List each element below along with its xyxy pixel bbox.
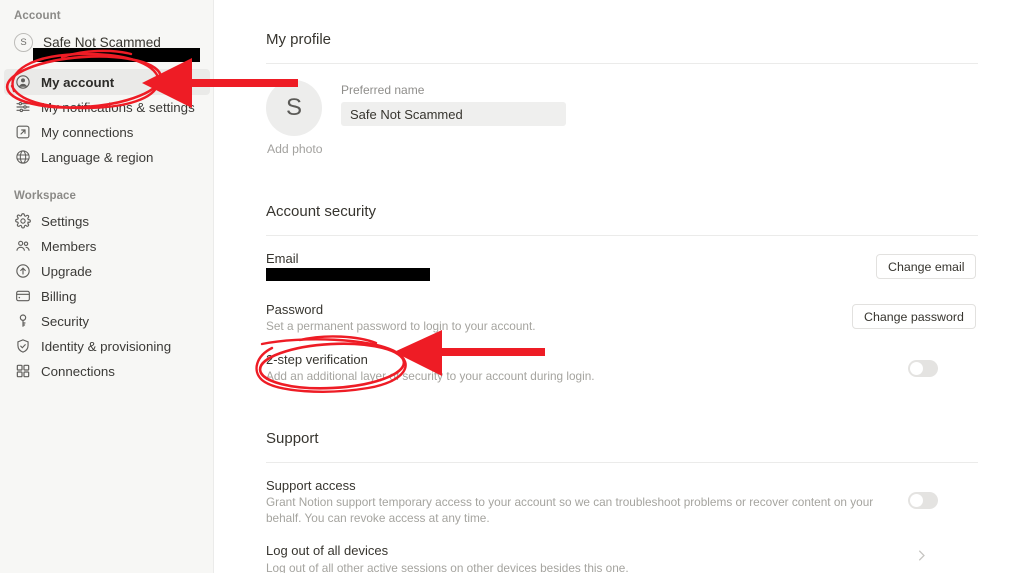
log-out-all-devices-label: Log out of all devices [266,543,389,558]
support-divider [266,462,978,463]
sidebar-item-upgrade[interactable]: Upgrade [4,258,210,284]
shield-check-icon [14,338,31,355]
two-step-verification-description: Add an additional layer of security to y… [266,369,595,383]
user-circle-icon [14,74,31,91]
sidebar-item-label: My connections [41,124,134,140]
sidebar-section-workspace-label: Workspace [14,190,77,202]
main-content: My profile S Add photo Preferred name Ac… [214,0,1024,573]
sidebar-item-label: Settings [41,213,90,229]
change-password-button[interactable]: Change password [852,304,976,329]
two-step-verification-toggle[interactable] [908,360,938,377]
chevron-right-icon[interactable] [914,548,929,568]
support-title: Support [266,430,319,447]
sidebar-item-label: My account [41,74,115,90]
sidebar-item-language-and-region[interactable]: Language & region [4,144,210,170]
email-value-redacted [266,268,430,281]
sidebar-item-my-account[interactable]: My account [4,69,210,95]
key-icon [14,313,31,330]
sidebar: Account S Safe Not Scammed My account My… [0,0,214,573]
people-icon [14,238,31,255]
security-divider [266,235,978,236]
sliders-icon [14,99,31,116]
sidebar-item-label: Security [41,313,90,329]
preferred-name-input[interactable] [341,102,566,126]
toggle-knob [910,494,923,507]
globe-icon [14,149,31,166]
password-description: Set a permanent password to login to you… [266,319,536,333]
gear-icon [14,213,31,230]
sidebar-section-account-label: Account [14,10,61,22]
sidebar-item-label: Language & region [41,149,154,165]
credit-card-icon [14,288,31,305]
sidebar-item-label: My notifications & settings [41,99,195,115]
grid-icon [14,363,31,380]
page-title: My profile [266,31,332,48]
sidebar-item-label: Upgrade [41,263,93,279]
settings-window: Account S Safe Not Scammed My account My… [0,0,1024,573]
sidebar-item-label: Members [41,238,97,254]
sidebar-email-redaction [33,48,200,62]
sidebar-item-my-notifications-and-settings[interactable]: My notifications & settings [4,94,210,120]
sidebar-item-my-connections[interactable]: My connections [4,119,210,145]
change-email-button[interactable]: Change email [876,254,977,279]
add-photo-button[interactable]: Add photo [267,142,323,156]
preferred-name-label: Preferred name [341,83,425,97]
sidebar-item-members[interactable]: Members [4,233,210,259]
sidebar-item-label: Identity & provisioning [41,338,172,354]
toggle-knob [910,362,923,375]
sidebar-item-label: Billing [41,288,77,304]
sidebar-item-identity-and-provisioning[interactable]: Identity & provisioning [4,333,210,359]
account-security-title: Account security [266,203,377,220]
avatar-small: S [14,32,33,52]
sidebar-item-billing[interactable]: Billing [4,283,210,309]
sidebar-item-security[interactable]: Security [4,308,210,334]
arrow-up-circle-icon [14,263,31,280]
support-access-toggle[interactable] [908,492,938,509]
support-access-description: Grant Notion support temporary access to… [266,495,874,525]
password-label: Password [266,302,324,317]
email-label: Email [266,251,299,266]
sidebar-item-connections[interactable]: Connections [4,358,210,384]
log-out-all-devices-description: Log out of all other active sessions on … [266,561,629,573]
support-access-label: Support access [266,478,356,493]
arrow-out-box-icon [14,124,31,141]
avatar[interactable]: S [266,80,322,136]
sidebar-item-settings[interactable]: Settings [4,208,210,234]
two-step-verification-label: 2-step verification [266,352,368,367]
sidebar-item-label: Connections [41,363,115,379]
profile-divider [266,63,978,64]
